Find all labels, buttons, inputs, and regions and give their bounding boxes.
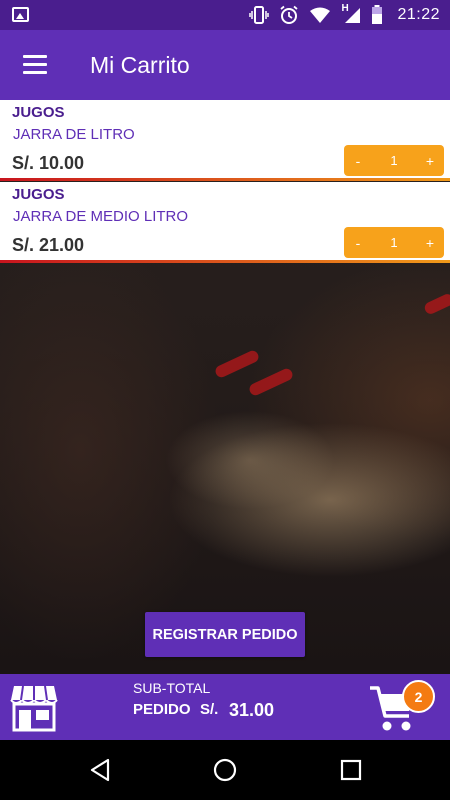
item-category: JUGOS: [12, 186, 65, 203]
cart-count-badge: 2: [402, 680, 435, 713]
image-icon: [12, 7, 29, 22]
vibrate-icon: [249, 6, 270, 24]
quantity-stepper: - 1 +: [344, 145, 444, 176]
hamburger-menu-icon[interactable]: [18, 50, 52, 80]
system-nav-bar: [0, 740, 450, 800]
store-icon[interactable]: [10, 682, 58, 732]
order-summary-bar: SUB-TOTAL PEDIDO S/. 31.00 2: [0, 674, 450, 740]
item-product-name: JARRA DE MEDIO LITRO: [13, 208, 189, 225]
increase-quantity-button[interactable]: +: [416, 235, 444, 251]
decorative-shape: [247, 366, 295, 398]
subtotal-label: SUB-TOTAL: [133, 680, 211, 696]
page-title: Mi Carrito: [90, 52, 190, 78]
currency-label: S/.: [200, 701, 219, 718]
decorative-shape: [213, 348, 261, 380]
item-category: JUGOS: [12, 104, 65, 121]
decrease-quantity-button[interactable]: -: [344, 153, 372, 169]
status-bar: H 21:22: [0, 0, 450, 30]
quantity-stepper: - 1 +: [344, 227, 444, 258]
decorative-shape: [422, 292, 450, 316]
item-price: S/. 21.00: [12, 235, 85, 255]
recents-icon[interactable]: [339, 758, 363, 782]
quantity-value: 1: [390, 235, 398, 250]
increase-quantity-button[interactable]: +: [416, 153, 444, 169]
cart-item: JUGOS JARRA DE MEDIO LITRO S/. 21.00 - 1…: [0, 182, 450, 263]
cart-item: JUGOS JARRA DE LITRO S/. 10.00 - 1 +: [0, 100, 450, 181]
status-time: 21:22: [397, 6, 440, 23]
home-icon[interactable]: [213, 758, 237, 782]
wifi-icon: [310, 7, 331, 23]
item-price: S/. 10.00: [12, 153, 85, 173]
register-order-button[interactable]: REGISTRAR PEDIDO: [145, 612, 305, 657]
status-icons: H 21:22: [249, 0, 440, 30]
quantity-value: 1: [390, 153, 398, 168]
alarm-icon: [280, 5, 299, 24]
app-bar: Mi Carrito: [0, 30, 450, 100]
signal-icon: H: [341, 3, 361, 24]
order-label: PEDIDO: [133, 701, 191, 718]
battery-icon: [372, 5, 383, 24]
order-total: 31.00: [229, 700, 275, 720]
back-icon[interactable]: [88, 758, 112, 782]
item-product-name: JARRA DE LITRO: [13, 126, 135, 143]
decrease-quantity-button[interactable]: -: [344, 235, 372, 251]
